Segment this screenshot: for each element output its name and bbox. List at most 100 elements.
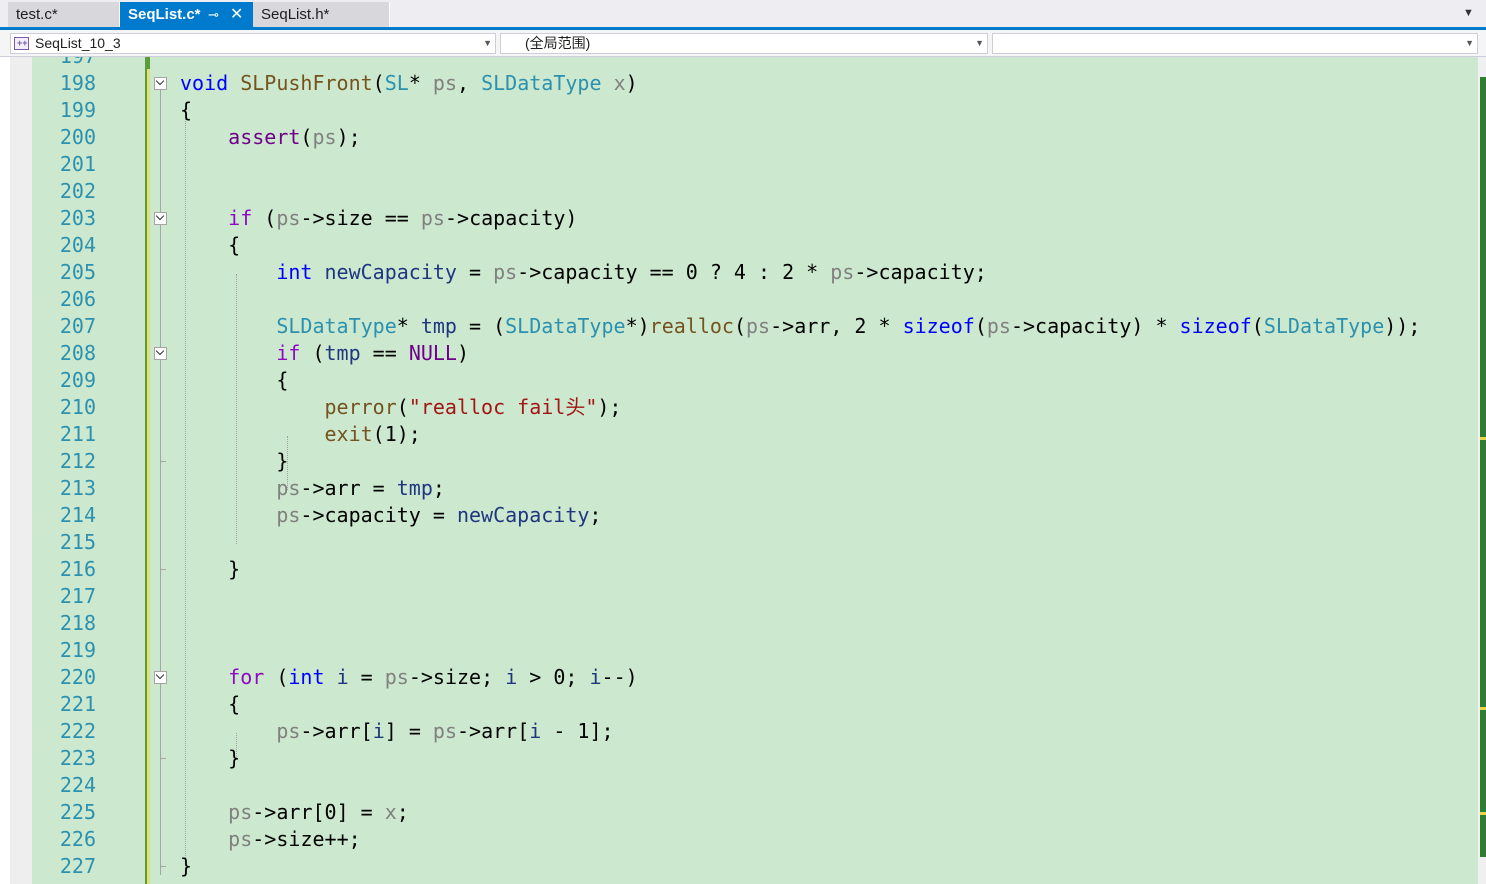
code-text: {: [180, 692, 241, 716]
code-text: ps->size++;: [228, 827, 361, 851]
code-line[interactable]: 205 int newCapacity = ps->capacity == 0 …: [0, 259, 1486, 286]
collapse-toggle-icon[interactable]: [154, 347, 167, 360]
code-text: SLDataType* tmp = (SLDataType*)realloc(p…: [276, 314, 1421, 338]
line-number: 205: [59, 260, 96, 284]
code-text: int newCapacity = ps->capacity == 0 ? 4 …: [276, 260, 987, 284]
line-number: 213: [59, 476, 96, 500]
code-line[interactable]: 207 SLDataType* tmp = (SLDataType*)reall…: [0, 313, 1486, 340]
line-number: 204: [59, 233, 96, 257]
code-line[interactable]: 210 perror("realloc fail头");: [0, 394, 1486, 421]
code-line[interactable]: 225 ps->arr[0] = x;: [0, 799, 1486, 826]
collapse-toggle-icon[interactable]: [154, 212, 167, 225]
scope-name: (全局范围): [525, 35, 591, 51]
line-number: 210: [59, 395, 96, 419]
code-line[interactable]: 213 ps->arr = tmp;: [0, 475, 1486, 502]
code-line[interactable]: 201: [0, 151, 1486, 178]
close-icon[interactable]: ✕: [230, 2, 243, 27]
line-number: 201: [59, 152, 96, 176]
code-line[interactable]: 222 ps->arr[i] = ps->arr[i - 1];: [0, 718, 1486, 745]
scrollbar-marker: [1480, 812, 1486, 815]
member-dropdown[interactable]: ▼: [992, 33, 1478, 54]
line-number: 217: [59, 584, 96, 608]
tab-label: test.c*: [16, 6, 58, 23]
line-number: 223: [59, 746, 96, 770]
outline-end-marker: [160, 866, 166, 867]
line-number: 212: [59, 449, 96, 473]
line-number: 227: [59, 854, 96, 878]
tab-test-c[interactable]: test.c*: [8, 2, 120, 27]
code-line[interactable]: 224: [0, 772, 1486, 799]
code-text: ps->arr = tmp;: [276, 476, 445, 500]
code-line[interactable]: 223 }: [0, 745, 1486, 772]
code-line[interactable]: 217: [0, 583, 1486, 610]
line-number: 214: [59, 503, 96, 527]
pin-icon[interactable]: ⊸: [208, 2, 219, 27]
line-number: 211: [59, 422, 96, 446]
code-line[interactable]: 209 {: [0, 367, 1486, 394]
vertical-scrollbar[interactable]: [1478, 57, 1486, 884]
project-dropdown[interactable]: SeqList_10_3 ▼: [10, 33, 496, 54]
code-text: }: [180, 557, 241, 581]
line-number: 221: [59, 692, 96, 716]
line-number: 207: [59, 314, 96, 338]
project-name: SeqList_10_3: [35, 35, 121, 51]
code-line[interactable]: 215: [0, 529, 1486, 556]
code-line[interactable]: 202: [0, 178, 1486, 205]
code-line[interactable]: 200 assert(ps);: [0, 124, 1486, 151]
code-line[interactable]: 226 ps->size++;: [0, 826, 1486, 853]
line-number: 197: [32, 57, 96, 70]
line-number: 222: [59, 719, 96, 743]
tab-seqlist-h[interactable]: SeqList.h*: [253, 2, 390, 27]
code-line[interactable]: 218: [0, 610, 1486, 637]
code-line[interactable]: 212 }: [0, 448, 1486, 475]
code-text: exit(1);: [324, 422, 421, 446]
chevron-down-icon: ▼: [1465, 38, 1474, 48]
tab-label: SeqList.c*: [128, 6, 201, 23]
code-text: for (int i = ps->size; i > 0; i--): [228, 665, 638, 689]
code-text: }: [180, 449, 289, 473]
line-number: 219: [59, 638, 96, 662]
code-line[interactable]: 197: [0, 57, 1486, 70]
outline-end-marker: [160, 758, 166, 759]
code-line[interactable]: 219: [0, 637, 1486, 664]
code-text: }: [180, 746, 241, 770]
code-editor[interactable]: 197198 void SLPushFront(SL* ps, SLDataTyp…: [0, 57, 1486, 884]
outline-end-marker: [160, 461, 166, 462]
scrollbar-marker: [1480, 707, 1486, 710]
code-line[interactable]: 214 ps->capacity = newCapacity;: [0, 502, 1486, 529]
code-line[interactable]: 220 for (int i = ps->size; i > 0; i--): [0, 664, 1486, 691]
code-text: {: [180, 368, 289, 392]
code-text: }: [180, 854, 193, 878]
code-line[interactable]: 221 {: [0, 691, 1486, 718]
line-number: 206: [59, 287, 96, 311]
code-text: if (ps->size == ps->capacity): [228, 206, 578, 230]
line-number: 225: [59, 800, 96, 824]
code-line[interactable]: 208 if (tmp == NULL): [0, 340, 1486, 367]
line-number: 199: [59, 98, 96, 122]
code-text: void SLPushFront(SL* ps, SLDataType x): [180, 71, 638, 95]
tab-overflow-dropdown-icon[interactable]: ▼: [1463, 7, 1474, 19]
code-line[interactable]: 216 }: [0, 556, 1486, 583]
scrollbar-marker: [1480, 437, 1486, 440]
chevron-down-icon: ▼: [483, 38, 492, 48]
scope-dropdown[interactable]: (全局范围) ▼: [500, 33, 988, 54]
code-text: assert(ps);: [228, 125, 361, 149]
line-number: 226: [59, 827, 96, 851]
code-line[interactable]: 203 if (ps->size == ps->capacity): [0, 205, 1486, 232]
line-number: 218: [59, 611, 96, 635]
collapse-toggle-icon[interactable]: [154, 671, 167, 684]
navigation-bar: SeqList_10_3 ▼ (全局范围) ▼ ▼: [0, 30, 1486, 57]
code-text: {: [180, 98, 193, 122]
code-line[interactable]: 206: [0, 286, 1486, 313]
code-line[interactable]: 199 {: [0, 97, 1486, 124]
code-line[interactable]: 198 void SLPushFront(SL* ps, SLDataType x…: [0, 70, 1486, 97]
tab-seqlist-c[interactable]: SeqList.c* ⊸ ✕: [120, 2, 253, 30]
code-text: ps->arr[i] = ps->arr[i - 1];: [276, 719, 614, 743]
code-line[interactable]: 204 {: [0, 232, 1486, 259]
tab-label: SeqList.h*: [261, 6, 330, 23]
collapse-toggle-icon[interactable]: [154, 77, 167, 90]
code-line[interactable]: 211 exit(1);: [0, 421, 1486, 448]
line-number: 220: [59, 665, 96, 689]
outline-end-marker: [160, 569, 166, 570]
code-line[interactable]: 227}: [0, 853, 1486, 880]
